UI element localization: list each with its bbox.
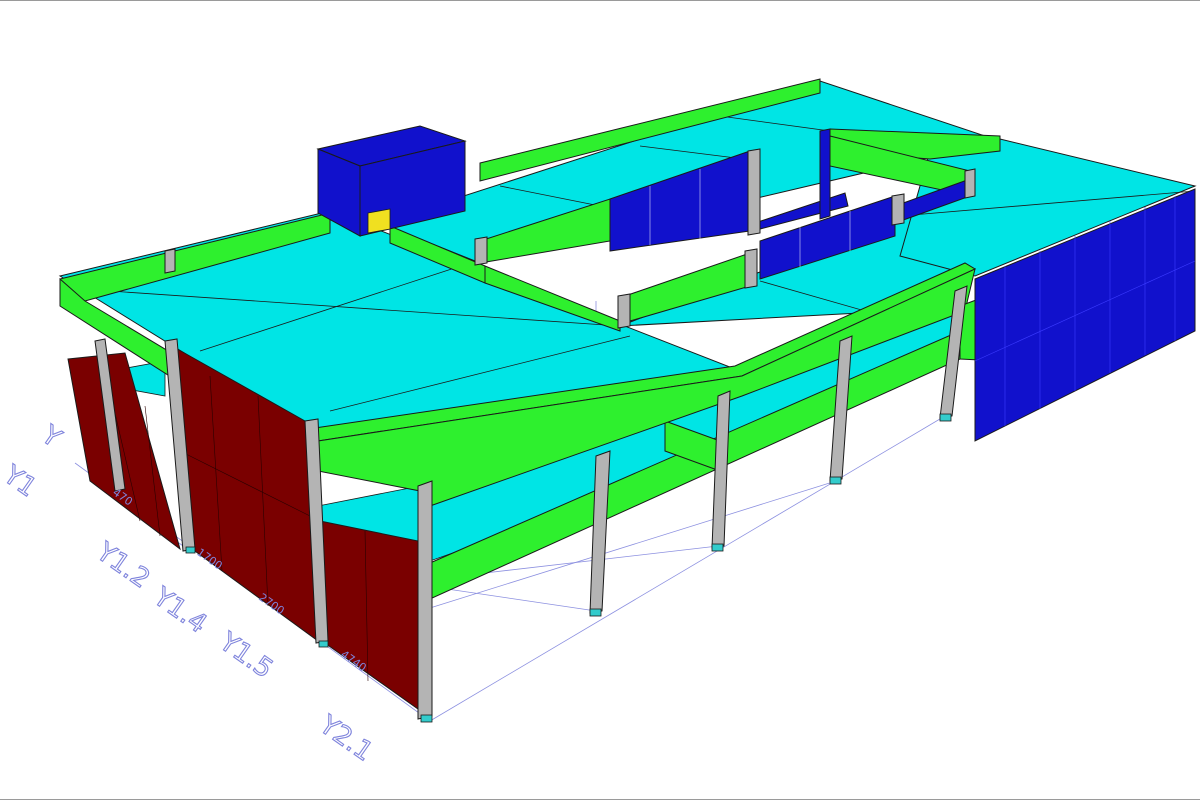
grid-label-y2-1: Y2.1 <box>313 710 378 768</box>
penthouse-door[interactable] <box>367 208 391 234</box>
support-2[interactable] <box>318 640 329 648</box>
column-roof-d[interactable] <box>744 248 758 289</box>
column-roof-g[interactable] <box>747 148 761 236</box>
support-6[interactable] <box>829 476 842 485</box>
grid-label-y1-2: Y1.2 <box>90 537 155 595</box>
support-1[interactable] <box>185 546 196 554</box>
column-roof-b[interactable] <box>474 236 488 266</box>
grid-label-y1: Y1 <box>0 460 42 504</box>
column-roof-f[interactable] <box>964 168 976 199</box>
support-7[interactable] <box>939 413 952 422</box>
grid-label-y: Y <box>35 420 66 454</box>
core-wall-back[interactable] <box>819 128 831 220</box>
grid-label-y1-5: Y1.5 <box>213 627 278 685</box>
column-roof-a[interactable] <box>164 248 176 274</box>
column-4[interactable] <box>417 480 433 720</box>
grid-label-y1-4: Y1.4 <box>147 582 212 640</box>
support-3[interactable] <box>420 714 433 723</box>
model-viewport[interactable]: Y Y1 Y1.2 Y1.4 Y1.5 Y2.1 470 1700 2700 4… <box>0 0 1200 800</box>
support-4[interactable] <box>589 608 602 617</box>
structural-3d-model[interactable]: Y Y1 Y1.2 Y1.4 Y1.5 Y2.1 470 1700 2700 4… <box>0 1 1200 801</box>
support-5[interactable] <box>711 543 724 552</box>
column-roof-e[interactable] <box>891 193 905 226</box>
column-roof-c[interactable] <box>617 293 631 329</box>
shear-wall-3[interactable] <box>319 520 419 710</box>
